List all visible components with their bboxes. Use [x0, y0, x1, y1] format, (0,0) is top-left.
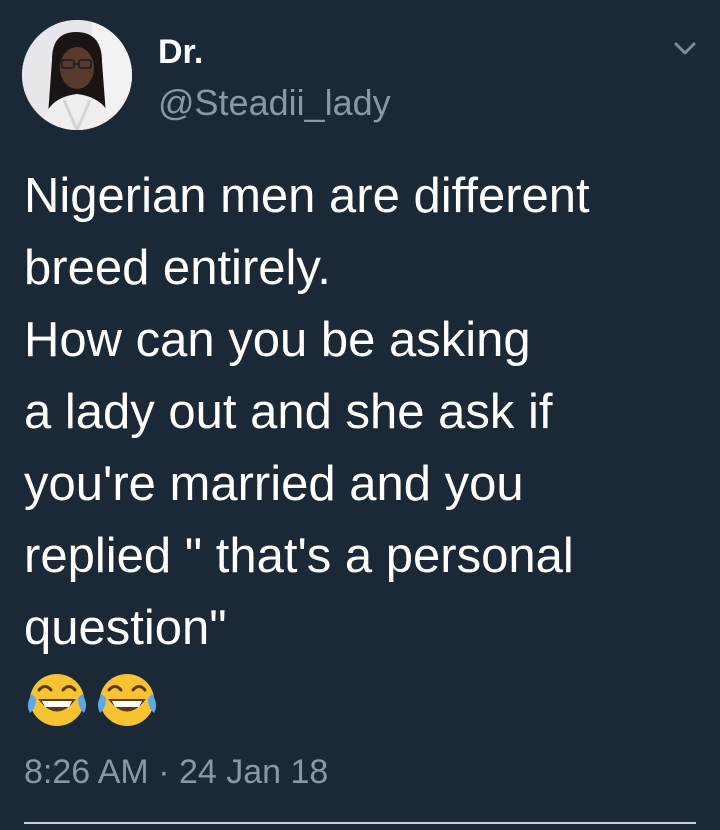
tweet-text-line: Nigerian men are different — [24, 169, 590, 223]
tweet: Dr. @Steadii_lady Nigerian men are diffe… — [0, 0, 720, 830]
face-with-tears-of-joy-icon — [24, 672, 90, 728]
tweet-timestamp[interactable]: 8:26 AM · 24 Jan 18 — [24, 752, 328, 792]
divider — [24, 822, 696, 824]
profile-photo-icon — [22, 20, 132, 130]
chevron-down-icon[interactable] — [668, 36, 702, 62]
face-with-tears-of-joy-icon — [94, 672, 160, 728]
tweet-text: Nigerian men are different breed entirel… — [24, 160, 704, 664]
display-name[interactable]: Dr. — [158, 32, 203, 72]
avatar[interactable] — [22, 20, 132, 130]
tweet-text-line: How can you be asking — [24, 313, 531, 367]
emoji-row — [24, 672, 164, 728]
user-handle[interactable]: @Steadii_lady — [158, 82, 391, 124]
tweet-text-line: replied " that's a personal — [24, 529, 574, 583]
tweet-text-line: a lady out and she ask if — [24, 385, 553, 439]
tweet-text-line: you're married and you — [24, 457, 524, 511]
tweet-text-line: question" — [24, 601, 227, 655]
tweet-text-line: breed entirely. — [24, 241, 331, 295]
